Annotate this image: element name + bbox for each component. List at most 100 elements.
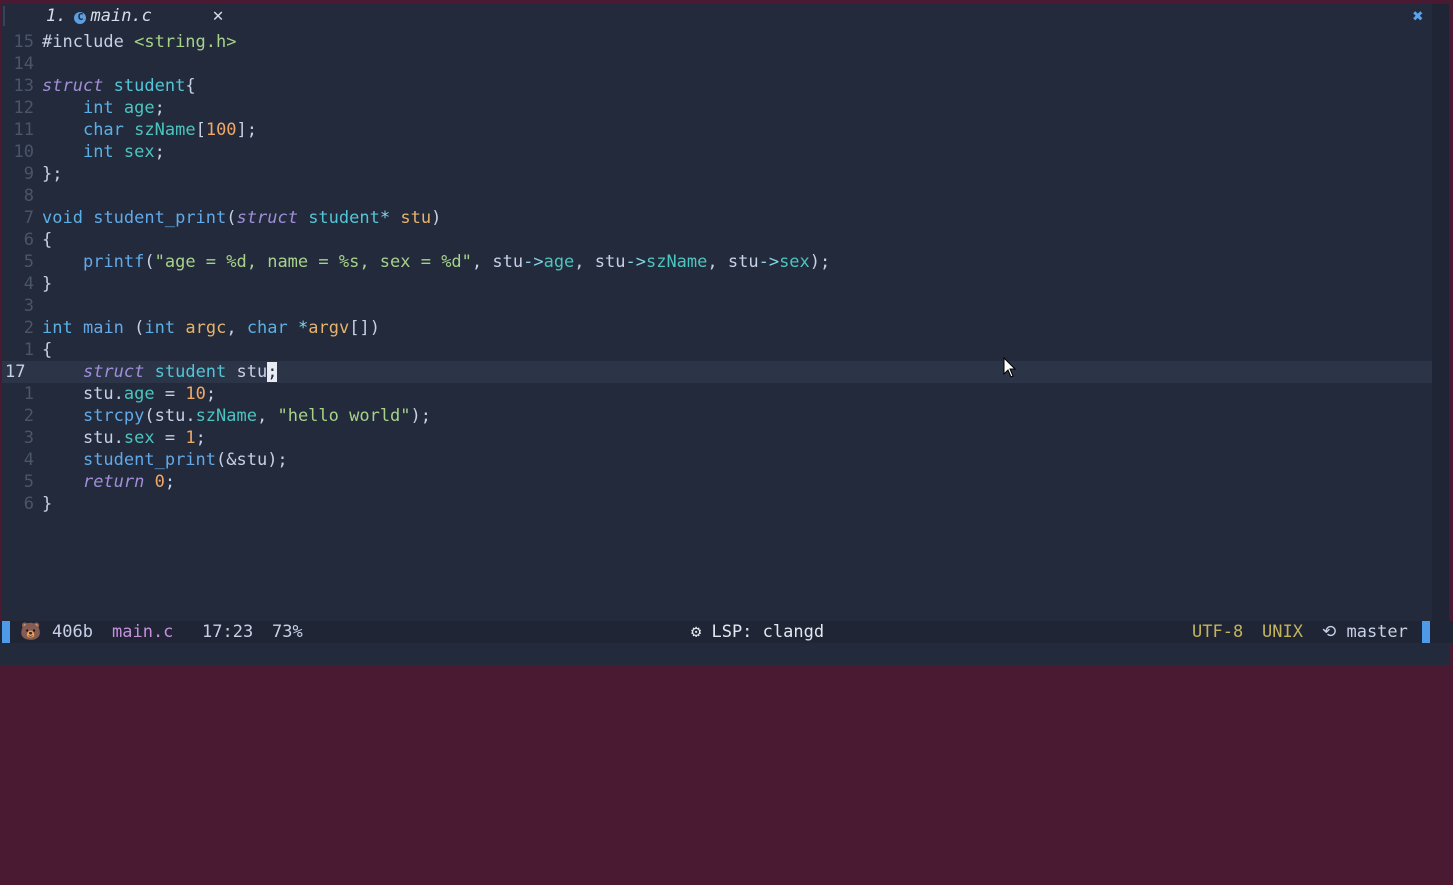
code-line[interactable]: 14 bbox=[2, 53, 1434, 75]
code-token: 0 bbox=[154, 472, 165, 492]
code-token: ; bbox=[154, 142, 165, 162]
code-line[interactable]: 1 stu.age = 10; bbox=[2, 383, 1434, 405]
code-line[interactable]: 7 void student_print(struct student* stu) bbox=[2, 207, 1434, 229]
window-close-icon[interactable]: ✖ bbox=[1408, 6, 1428, 28]
code-line[interactable]: 4} bbox=[2, 273, 1434, 295]
line-code: int main (int argc, char *argv[]) bbox=[42, 317, 380, 339]
code-line[interactable]: 11 char szName[100]; bbox=[2, 119, 1434, 141]
line-code: }; bbox=[42, 163, 62, 185]
code-token: stu. bbox=[42, 384, 124, 404]
line-code: char szName[100]; bbox=[42, 119, 257, 141]
code-token: student bbox=[154, 362, 227, 382]
code-token: { bbox=[42, 230, 53, 250]
code-token: stu bbox=[226, 362, 268, 382]
code-token: student_print bbox=[93, 208, 227, 228]
status-filename: main.c bbox=[112, 622, 174, 642]
scrollbar-track[interactable] bbox=[1432, 4, 1449, 621]
code-token: ( bbox=[144, 252, 155, 272]
line-number: 15 bbox=[13, 32, 34, 52]
code-line[interactable]: 6{ bbox=[2, 229, 1434, 251]
code-line[interactable]: 12 int age; bbox=[2, 97, 1434, 119]
code-line[interactable]: 5 printf("age = %d, name = %s, sex = %d"… bbox=[2, 251, 1434, 273]
line-number: 3 bbox=[23, 428, 34, 448]
code-line[interactable]: 15 #include <string.h> bbox=[2, 31, 1434, 53]
code-token: (&stu); bbox=[216, 450, 288, 470]
code-line[interactable]: 9}; bbox=[2, 163, 1434, 185]
code-line[interactable]: 8 bbox=[2, 185, 1434, 207]
tab-filename: main.c bbox=[90, 6, 152, 26]
code-line[interactable]: 4 student_print(&stu); bbox=[2, 449, 1434, 471]
line-code: #include <string.h> bbox=[42, 31, 236, 53]
git-branch: ⟲ master bbox=[1322, 622, 1408, 642]
code-token: return bbox=[82, 472, 145, 492]
line-number: 4 bbox=[23, 450, 34, 470]
code-token: 10 bbox=[185, 384, 206, 404]
code-token: 100 bbox=[205, 120, 237, 140]
code-token: ); bbox=[410, 406, 432, 426]
code-token: , stu bbox=[574, 252, 626, 272]
line-number: 2 bbox=[23, 318, 34, 338]
code-line[interactable]: 13 struct student{ bbox=[2, 75, 1434, 97]
code-token: sex bbox=[123, 428, 155, 448]
code-token: ; bbox=[205, 384, 217, 404]
code-token: void bbox=[42, 208, 83, 228]
tabline: 1. Cmain.c ✕ ✖ bbox=[2, 4, 1449, 28]
code-line[interactable]: 1{ bbox=[2, 339, 1434, 361]
tab-number: 1. bbox=[46, 6, 67, 26]
tab-marker bbox=[3, 6, 5, 26]
line-code: printf("age = %d, name = %s, sex = %d", … bbox=[42, 251, 830, 273]
code-token: struct bbox=[236, 208, 298, 228]
code-editor[interactable]: 15 #include <string.h> 14 13 struct student{… bbox=[2, 31, 1434, 625]
line-code: student_print(&stu); bbox=[42, 449, 288, 471]
line-code: stu.sex = 1; bbox=[42, 427, 206, 449]
code-line[interactable]: 10 int sex; bbox=[2, 141, 1434, 163]
file-encoding: UTF-8 bbox=[1192, 622, 1244, 642]
code-token: struct bbox=[42, 76, 104, 96]
file-size: 406b bbox=[52, 622, 93, 642]
command-line[interactable] bbox=[0, 643, 1449, 665]
c-file-icon: C bbox=[74, 12, 87, 24]
line-number: 1 bbox=[23, 384, 34, 404]
code-line[interactable]: 6} bbox=[2, 493, 1434, 515]
code-token: sex bbox=[779, 252, 810, 272]
code-line[interactable]: 3 bbox=[2, 295, 1434, 317]
code-token: ( bbox=[226, 208, 237, 228]
line-code: int sex; bbox=[42, 141, 165, 163]
line-number: 6 bbox=[23, 230, 34, 250]
line-number: 17 bbox=[5, 362, 26, 382]
code-line[interactable]: 5 return 0; bbox=[2, 471, 1434, 493]
code-token: argc bbox=[185, 318, 227, 338]
line-number: 4 bbox=[23, 274, 34, 294]
line-number: 1 bbox=[23, 340, 34, 360]
code-token: } bbox=[42, 274, 53, 294]
line-code: { bbox=[42, 229, 52, 251]
code-line-current[interactable]: 17 struct student stu; bbox=[2, 361, 1434, 383]
code-token: -> bbox=[758, 252, 780, 272]
statusline-right-accent bbox=[1422, 621, 1430, 643]
tab-close-icon[interactable]: ✕ bbox=[208, 4, 228, 28]
code-token: student_print bbox=[82, 450, 217, 470]
tab-main-c[interactable]: 1. Cmain.c bbox=[46, 4, 152, 28]
code-line[interactable]: 2 int main (int argc, char *argv[]) bbox=[2, 317, 1434, 339]
code-token: age bbox=[123, 384, 155, 404]
code-token: main bbox=[82, 318, 124, 338]
line-number: 5 bbox=[23, 252, 34, 272]
code-token: (stu. bbox=[144, 406, 196, 426]
code-line[interactable]: 3 stu.sex = 1; bbox=[2, 427, 1434, 449]
code-token: ; bbox=[195, 428, 206, 448]
code-line[interactable]: 2 strcpy(stu.szName, "hello world"); bbox=[2, 405, 1434, 427]
statusline: 🐻 406b main.c 17:23 73% ⚙ LSP: clangd UT… bbox=[0, 621, 1453, 643]
line-code: struct student{ bbox=[42, 75, 196, 97]
code-token: int bbox=[82, 98, 114, 118]
line-number: 5 bbox=[23, 472, 34, 492]
